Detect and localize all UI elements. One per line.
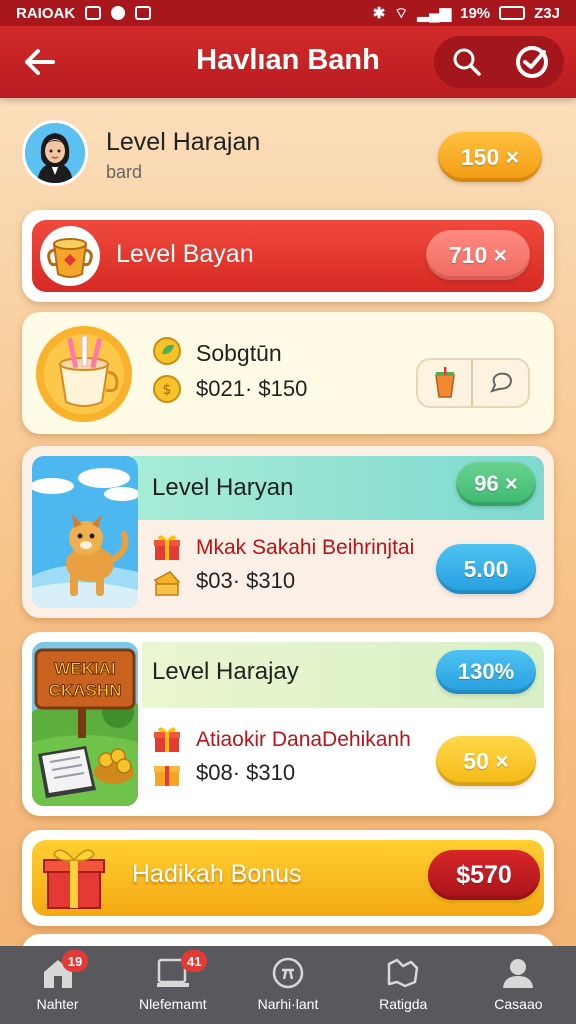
avatar[interactable] (22, 120, 88, 186)
app-notification-icon (135, 6, 152, 20)
nav-label-map: Ratigda (379, 996, 428, 1012)
level-harajay-price: $08· $310 (196, 760, 296, 785)
battery-percent: 19% (460, 4, 491, 22)
level-harajay-badge[interactable]: 130% (436, 650, 536, 694)
bonus-label: Hadikah Bonus (132, 860, 302, 888)
level-haryan-value[interactable]: 5.00 (436, 544, 536, 594)
app-bar-actions (434, 36, 564, 88)
nav-label-profile: Casaao (494, 996, 543, 1012)
bonus-card[interactable]: Hadikah Bonus $570 (22, 830, 554, 926)
app-bar: Havlıan Banh (0, 26, 576, 98)
bottom-navigation: 19 Nahter 41 Nlefemamt Narhi·lant Ratigd… (0, 946, 576, 1024)
search-icon (453, 48, 481, 76)
sobgtun-title: Sobgtūn (196, 340, 282, 366)
juice-icon (434, 367, 455, 398)
gift-icon (154, 727, 180, 752)
compass-icon (272, 957, 304, 989)
level-haryan-subline: Mkak Sakahi Beihrinjtai (196, 536, 415, 559)
bonus-value[interactable]: $570 (428, 850, 540, 900)
dog-illustration (32, 456, 138, 608)
user-subtitle: bard (106, 162, 143, 182)
nav-badge-home: 19 (62, 950, 88, 972)
chat-bubble-icon (489, 372, 512, 393)
back-button[interactable] (20, 42, 60, 82)
nav-label-tablet: Nlefemamt (138, 996, 207, 1012)
level-bayan-banner: Level Bayan 710 × (32, 220, 544, 292)
level-bayan-label: Level Bayan (116, 240, 254, 268)
level-haryan-price: $03· $310 (196, 568, 296, 593)
svg-text:$: $ (163, 382, 172, 398)
ticket-icon (153, 571, 181, 596)
level-haryan-card[interactable]: Level Haryan 96 × Mkak Sakahi Beihrinjta… (22, 446, 554, 618)
check-circle-icon (515, 46, 548, 78)
nav-badge-tablet: 41 (181, 950, 208, 972)
drink-button[interactable] (418, 360, 474, 406)
gift-box-icon (43, 849, 105, 909)
notification-icon (85, 6, 102, 20)
coin-balance-badge[interactable]: 150 × (438, 132, 542, 182)
user-name: Level Harajan (106, 128, 261, 156)
nav-item-compass[interactable]: Narhi·lant (230, 946, 345, 1024)
nav-item-home[interactable]: 19 Nahter (0, 946, 115, 1024)
sign-text-1: WEKIAI (54, 659, 115, 678)
status-bar: RAIOAK ✱ ⌔ ▂▄▆ 19% Z3J (0, 0, 576, 26)
level-harajay-card[interactable]: WEKIAI CKASHN Level Harajay 130% Atiaoki… (22, 632, 554, 816)
nav-label-home: Nahter (36, 996, 79, 1012)
coin-icon: $ (153, 375, 181, 403)
level-harajay-subline: Atiaokir DanaDehikanh (196, 728, 411, 751)
signal-icon: ▂▄▆ (417, 5, 452, 22)
avatar-portrait (25, 123, 85, 183)
circle-notification-icon (111, 6, 126, 20)
chat-button[interactable] (473, 360, 528, 406)
leaf-coin-icon (153, 337, 181, 365)
map-icon (387, 958, 419, 988)
arrow-left-icon (25, 49, 55, 75)
nav-label-compass: Narhi·lant (257, 996, 319, 1012)
level-harajay-value[interactable]: 50 × (436, 736, 536, 786)
cashback-illustration: WEKIAI CKASHN (32, 642, 138, 806)
sobgtun-actions (416, 358, 530, 408)
user-header: Level Harajan bard 150 × (20, 118, 556, 194)
bonus-banner: Hadikah Bonus $570 (32, 840, 544, 916)
check-button[interactable] (512, 42, 552, 82)
level-bayan-card[interactable]: Level Bayan 710 × (22, 210, 554, 302)
status-carrier: RAIOAK (16, 4, 76, 22)
sobgtun-price: $021· $150 (196, 376, 308, 401)
cup-icon (40, 226, 100, 286)
level-harajay-title: Level Harajay (152, 658, 299, 685)
nav-item-map[interactable]: Ratigda (346, 946, 461, 1024)
gift-box-icon (154, 766, 180, 786)
drink-cup-icon (36, 326, 132, 422)
gift-icon (154, 535, 180, 560)
level-haryan-badge[interactable]: 96 × (456, 462, 536, 506)
level-bayan-value[interactable]: 710 × (426, 230, 530, 280)
search-button[interactable] (447, 42, 487, 82)
sobgtun-card[interactable]: Sobgtūn $ $021· $150 (22, 312, 554, 434)
nav-item-profile[interactable]: Casaao (461, 946, 576, 1024)
bluetooth-icon: ✱ (372, 5, 386, 22)
wifi-icon: ⌔ (394, 4, 409, 22)
level-haryan-title: Level Haryan (152, 474, 294, 501)
nav-item-tablet[interactable]: 41 Nlefemamt (115, 946, 230, 1024)
status-time: Z3J (534, 4, 560, 22)
profile-icon (503, 959, 534, 988)
sign-text-2: CKASHN (49, 681, 122, 700)
battery-icon (499, 6, 526, 20)
